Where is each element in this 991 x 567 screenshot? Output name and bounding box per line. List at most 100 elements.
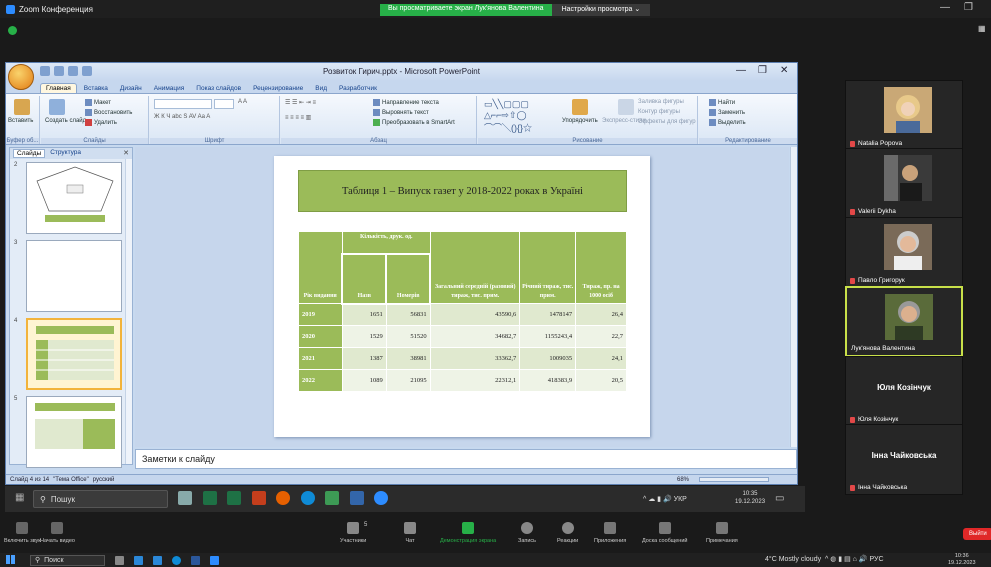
close-pane-icon[interactable]: ✕: [123, 149, 129, 158]
text-direction-button[interactable]: Направление текста: [373, 99, 439, 106]
office-button[interactable]: [8, 64, 34, 90]
tab-design[interactable]: Дизайн: [115, 84, 147, 93]
shapes-gallery[interactable]: ▭╲╲▢▢▢ △⌐⌐⇨⇧◯ ⌒⌒╲(){}☆: [484, 99, 532, 134]
tab-view[interactable]: Вид: [310, 84, 332, 93]
arrange-icon[interactable]: [572, 99, 588, 115]
gallery-view-icon[interactable]: ▦: [978, 24, 986, 33]
ppt-maximize-icon[interactable]: ❐: [758, 65, 767, 76]
notification-icon[interactable]: ▭: [775, 493, 784, 504]
windows-start-icon[interactable]: ▦: [15, 492, 24, 503]
new-slide-button[interactable]: Создать слайд: [45, 118, 86, 124]
zoom-slider[interactable]: [699, 477, 769, 482]
align-text-button[interactable]: Выровнять текст: [373, 109, 429, 116]
minimize-icon[interactable]: —: [940, 2, 950, 13]
word-icon[interactable]: [191, 555, 200, 565]
participant-tile[interactable]: Natalia Popova: [845, 80, 963, 151]
slide-thumbnail-4[interactable]: [26, 318, 122, 390]
tab-slideshow[interactable]: Показ слайдов: [191, 84, 246, 93]
maximize-icon[interactable]: ❐: [964, 2, 973, 13]
arrange-button[interactable]: Упорядочить: [562, 118, 598, 124]
font-format-buttons[interactable]: Ж К Ч abc S AV Aa A: [154, 114, 210, 120]
notes-button[interactable]: Примечания: [706, 522, 738, 544]
taskview-icon[interactable]: [115, 555, 124, 565]
font-size-input[interactable]: [214, 99, 234, 109]
chat-button[interactable]: Чат: [404, 522, 416, 544]
slide-scrollbar[interactable]: [790, 147, 797, 447]
shape-fill-button[interactable]: Заливка фигуры: [638, 99, 684, 105]
font-name-input[interactable]: [154, 99, 212, 109]
tab-home[interactable]: Главная: [40, 83, 77, 93]
tab-insert[interactable]: Вставка: [79, 84, 113, 93]
firefox-icon[interactable]: [276, 491, 291, 505]
weather-widget[interactable]: 4°C Mostly cloudy ^ ◍ ▮ ▤ ⌂ 🔊 РУС: [765, 555, 884, 563]
reactions-button[interactable]: Реакции: [557, 522, 578, 544]
tab-review[interactable]: Рецензирование: [248, 84, 308, 93]
share-screen-button[interactable]: Демонстрация экрана: [440, 522, 496, 544]
weather-text: 4°C Mostly cloudy: [765, 556, 822, 563]
security-shield-icon[interactable]: [8, 26, 17, 35]
taskbar-clock[interactable]: 10:36 19.12.2023: [948, 553, 976, 567]
participant-tile[interactable]: Юля Козінчук Юля Козінчук: [845, 356, 963, 427]
start-video-button[interactable]: Начать видео: [40, 522, 75, 544]
participants-button[interactable]: Участники: [340, 522, 366, 544]
record-button[interactable]: Запись: [518, 522, 536, 544]
notes-pane[interactable]: Заметки к слайду: [135, 449, 797, 469]
align-buttons[interactable]: ≡ ≡ ≡ ≡ ▥: [285, 114, 311, 121]
mail-icon[interactable]: [153, 555, 162, 565]
find-button[interactable]: Найти: [709, 99, 735, 106]
quick-styles-icon[interactable]: [618, 99, 634, 115]
view-options-button[interactable]: Настройки просмотра ⌄: [551, 4, 651, 16]
participant-tile[interactable]: Павло Григорук: [845, 217, 963, 288]
excel-icon-2[interactable]: [227, 491, 242, 505]
shape-effects-button[interactable]: Эффекты для фигур: [638, 119, 696, 125]
app-icon[interactable]: [325, 491, 340, 505]
whiteboard-button[interactable]: Доска сообщений: [642, 522, 688, 544]
participant-tile[interactable]: Valerii Dykha: [845, 148, 963, 219]
slide-thumbnail-2[interactable]: [26, 162, 122, 234]
edge-icon[interactable]: [172, 555, 181, 565]
layout-button[interactable]: Макет: [85, 99, 111, 106]
tab-outline[interactable]: Структура: [47, 149, 84, 158]
select-button[interactable]: Выделить: [709, 119, 746, 126]
tab-animation[interactable]: Анимация: [149, 84, 190, 93]
newspaper-table[interactable]: Рік видання Кількість, друк. од. Загальн…: [298, 231, 627, 392]
windows-start-icon[interactable]: [6, 555, 15, 564]
participant-tile-active-speaker[interactable]: Лук'янова Валентина: [845, 286, 963, 357]
zoom-app-icon[interactable]: [374, 491, 389, 505]
smartart-button[interactable]: Преобразовать в SmartArt: [373, 119, 455, 126]
ppt-minimize-icon[interactable]: —: [736, 65, 746, 76]
zoom-app-icon[interactable]: [210, 555, 219, 565]
slide-thumbnail-3[interactable]: [26, 240, 122, 312]
taskbar-search-box[interactable]: ⚲ Поиск: [30, 554, 105, 566]
edge-icon[interactable]: [300, 491, 315, 505]
zoom-level[interactable]: 68%: [677, 477, 689, 483]
app-icon-2[interactable]: [349, 491, 364, 505]
replace-button[interactable]: Заменить: [709, 109, 745, 116]
unmute-button[interactable]: Включить звук: [4, 522, 41, 544]
ppt-close-icon[interactable]: ✕: [780, 65, 788, 76]
paste-button[interactable]: Вставить: [8, 118, 33, 124]
slide-thumbnail-5[interactable]: [26, 396, 122, 468]
paste-icon[interactable]: [14, 99, 30, 115]
list-buttons[interactable]: ☰ ☰ ⇤ ⇥ ≡: [285, 99, 316, 106]
current-slide[interactable]: Таблиця 1 – Випуск газет у 2018-2022 рок…: [274, 156, 650, 437]
tab-developer[interactable]: Разработчик: [334, 84, 382, 93]
file-explorer-icon[interactable]: [134, 555, 143, 565]
shape-outline-button[interactable]: Контур фигуры: [638, 109, 680, 115]
grow-font-button[interactable]: A A: [238, 99, 247, 105]
apps-button[interactable]: Приложения: [594, 522, 626, 544]
delete-slide-button[interactable]: Удалить: [85, 119, 117, 126]
reset-button[interactable]: Восстановить: [85, 109, 132, 116]
slide-title[interactable]: Таблиця 1 – Випуск газет у 2018-2022 рок…: [298, 170, 627, 212]
slides-pane-scrollbar[interactable]: [125, 159, 132, 464]
header-issues: Номерів: [385, 252, 432, 305]
participant-tile[interactable]: Інна Чайковська Інна Чайковська: [845, 424, 963, 495]
excel-icon[interactable]: [202, 491, 217, 505]
tab-slides[interactable]: Слайды: [13, 149, 46, 158]
shared-search-box[interactable]: ⚲ Пошук: [33, 490, 168, 508]
new-slide-icon[interactable]: [49, 99, 65, 115]
powerpoint-icon[interactable]: [251, 491, 266, 505]
font-group-label: Шрифт: [150, 138, 279, 144]
leave-button[interactable]: Выйти: [963, 528, 991, 540]
taskview-icon[interactable]: [178, 491, 192, 505]
